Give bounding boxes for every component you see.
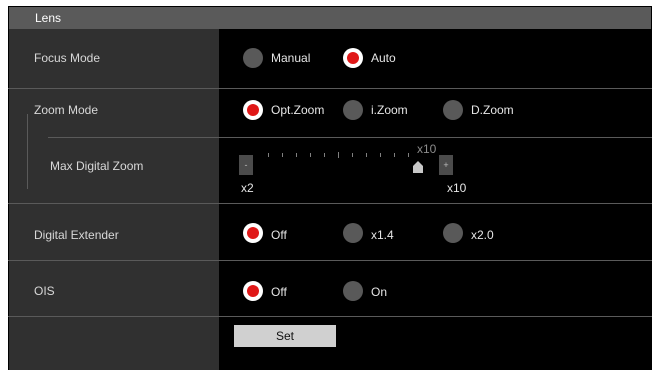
slider-tick xyxy=(268,153,269,157)
row-divider xyxy=(8,316,652,317)
zoom-mode-opt-zoom-radio[interactable] xyxy=(243,100,263,120)
slider-tick xyxy=(366,153,367,157)
digital-extender-x2-0-label[interactable]: x2.0 xyxy=(471,228,494,242)
digital-extender-x1-4-label[interactable]: x1.4 xyxy=(371,228,394,242)
slider-tick xyxy=(310,153,311,157)
slider-tick xyxy=(394,153,395,157)
zoom-mode-d-zoom-radio[interactable] xyxy=(443,100,463,120)
row-divider xyxy=(8,260,652,261)
focus-mode-manual-radio[interactable] xyxy=(243,48,263,68)
digital-extender-x2-0-radio[interactable] xyxy=(443,223,463,243)
ois-on-radio[interactable] xyxy=(343,281,363,301)
slider-tick xyxy=(296,153,297,157)
panel-title: Lens xyxy=(35,11,62,25)
zoom-decrease-button[interactable]: - xyxy=(239,155,253,175)
ois-on-label[interactable]: On xyxy=(371,285,387,299)
settings-value-column xyxy=(219,29,652,370)
row-divider xyxy=(8,88,652,89)
zoom-mode-label: Zoom Mode xyxy=(34,103,99,117)
slider-tick xyxy=(408,153,409,157)
max-digital-zoom-slider-thumb[interactable] xyxy=(413,161,423,173)
digital-extender-label: Digital Extender xyxy=(34,228,119,242)
slider-tick xyxy=(380,153,381,157)
row-divider xyxy=(8,203,652,204)
settings-label-column xyxy=(9,29,219,370)
slider-min-label: x2 xyxy=(241,181,254,195)
panel-header: Lens xyxy=(9,7,651,29)
digital-extender-off-label[interactable]: Off xyxy=(271,228,287,242)
max-digital-zoom-slider-track[interactable] xyxy=(260,152,428,158)
ois-off-radio[interactable] xyxy=(243,281,263,301)
zoom-increase-button[interactable]: + xyxy=(439,155,453,175)
row-divider xyxy=(48,137,652,138)
focus-mode-label: Focus Mode xyxy=(34,51,101,65)
set-button[interactable]: Set xyxy=(234,325,336,347)
sub-setting-indent-line xyxy=(27,114,28,189)
max-digital-zoom-label: Max Digital Zoom xyxy=(50,159,144,173)
zoom-mode-i-zoom-radio[interactable] xyxy=(343,100,363,120)
slider-value-readout: x10 xyxy=(417,142,437,156)
slider-tick xyxy=(352,153,353,157)
slider-tick xyxy=(338,152,339,158)
slider-tick xyxy=(282,153,283,157)
focus-mode-auto-radio[interactable] xyxy=(343,48,363,68)
digital-extender-x1-4-radio[interactable] xyxy=(343,223,363,243)
slider-max-label: x10 xyxy=(447,181,467,195)
digital-extender-off-radio[interactable] xyxy=(243,223,263,243)
ois-off-label[interactable]: Off xyxy=(271,285,287,299)
focus-mode-manual-label[interactable]: Manual xyxy=(271,51,310,65)
slider-tick xyxy=(324,153,325,157)
zoom-mode-d-zoom-label[interactable]: D.Zoom xyxy=(471,103,514,117)
zoom-mode-opt-zoom-label[interactable]: Opt.Zoom xyxy=(271,103,324,117)
focus-mode-auto-label[interactable]: Auto xyxy=(371,51,396,65)
ois-label: OIS xyxy=(34,284,55,298)
zoom-mode-i-zoom-label[interactable]: i.Zoom xyxy=(371,103,408,117)
